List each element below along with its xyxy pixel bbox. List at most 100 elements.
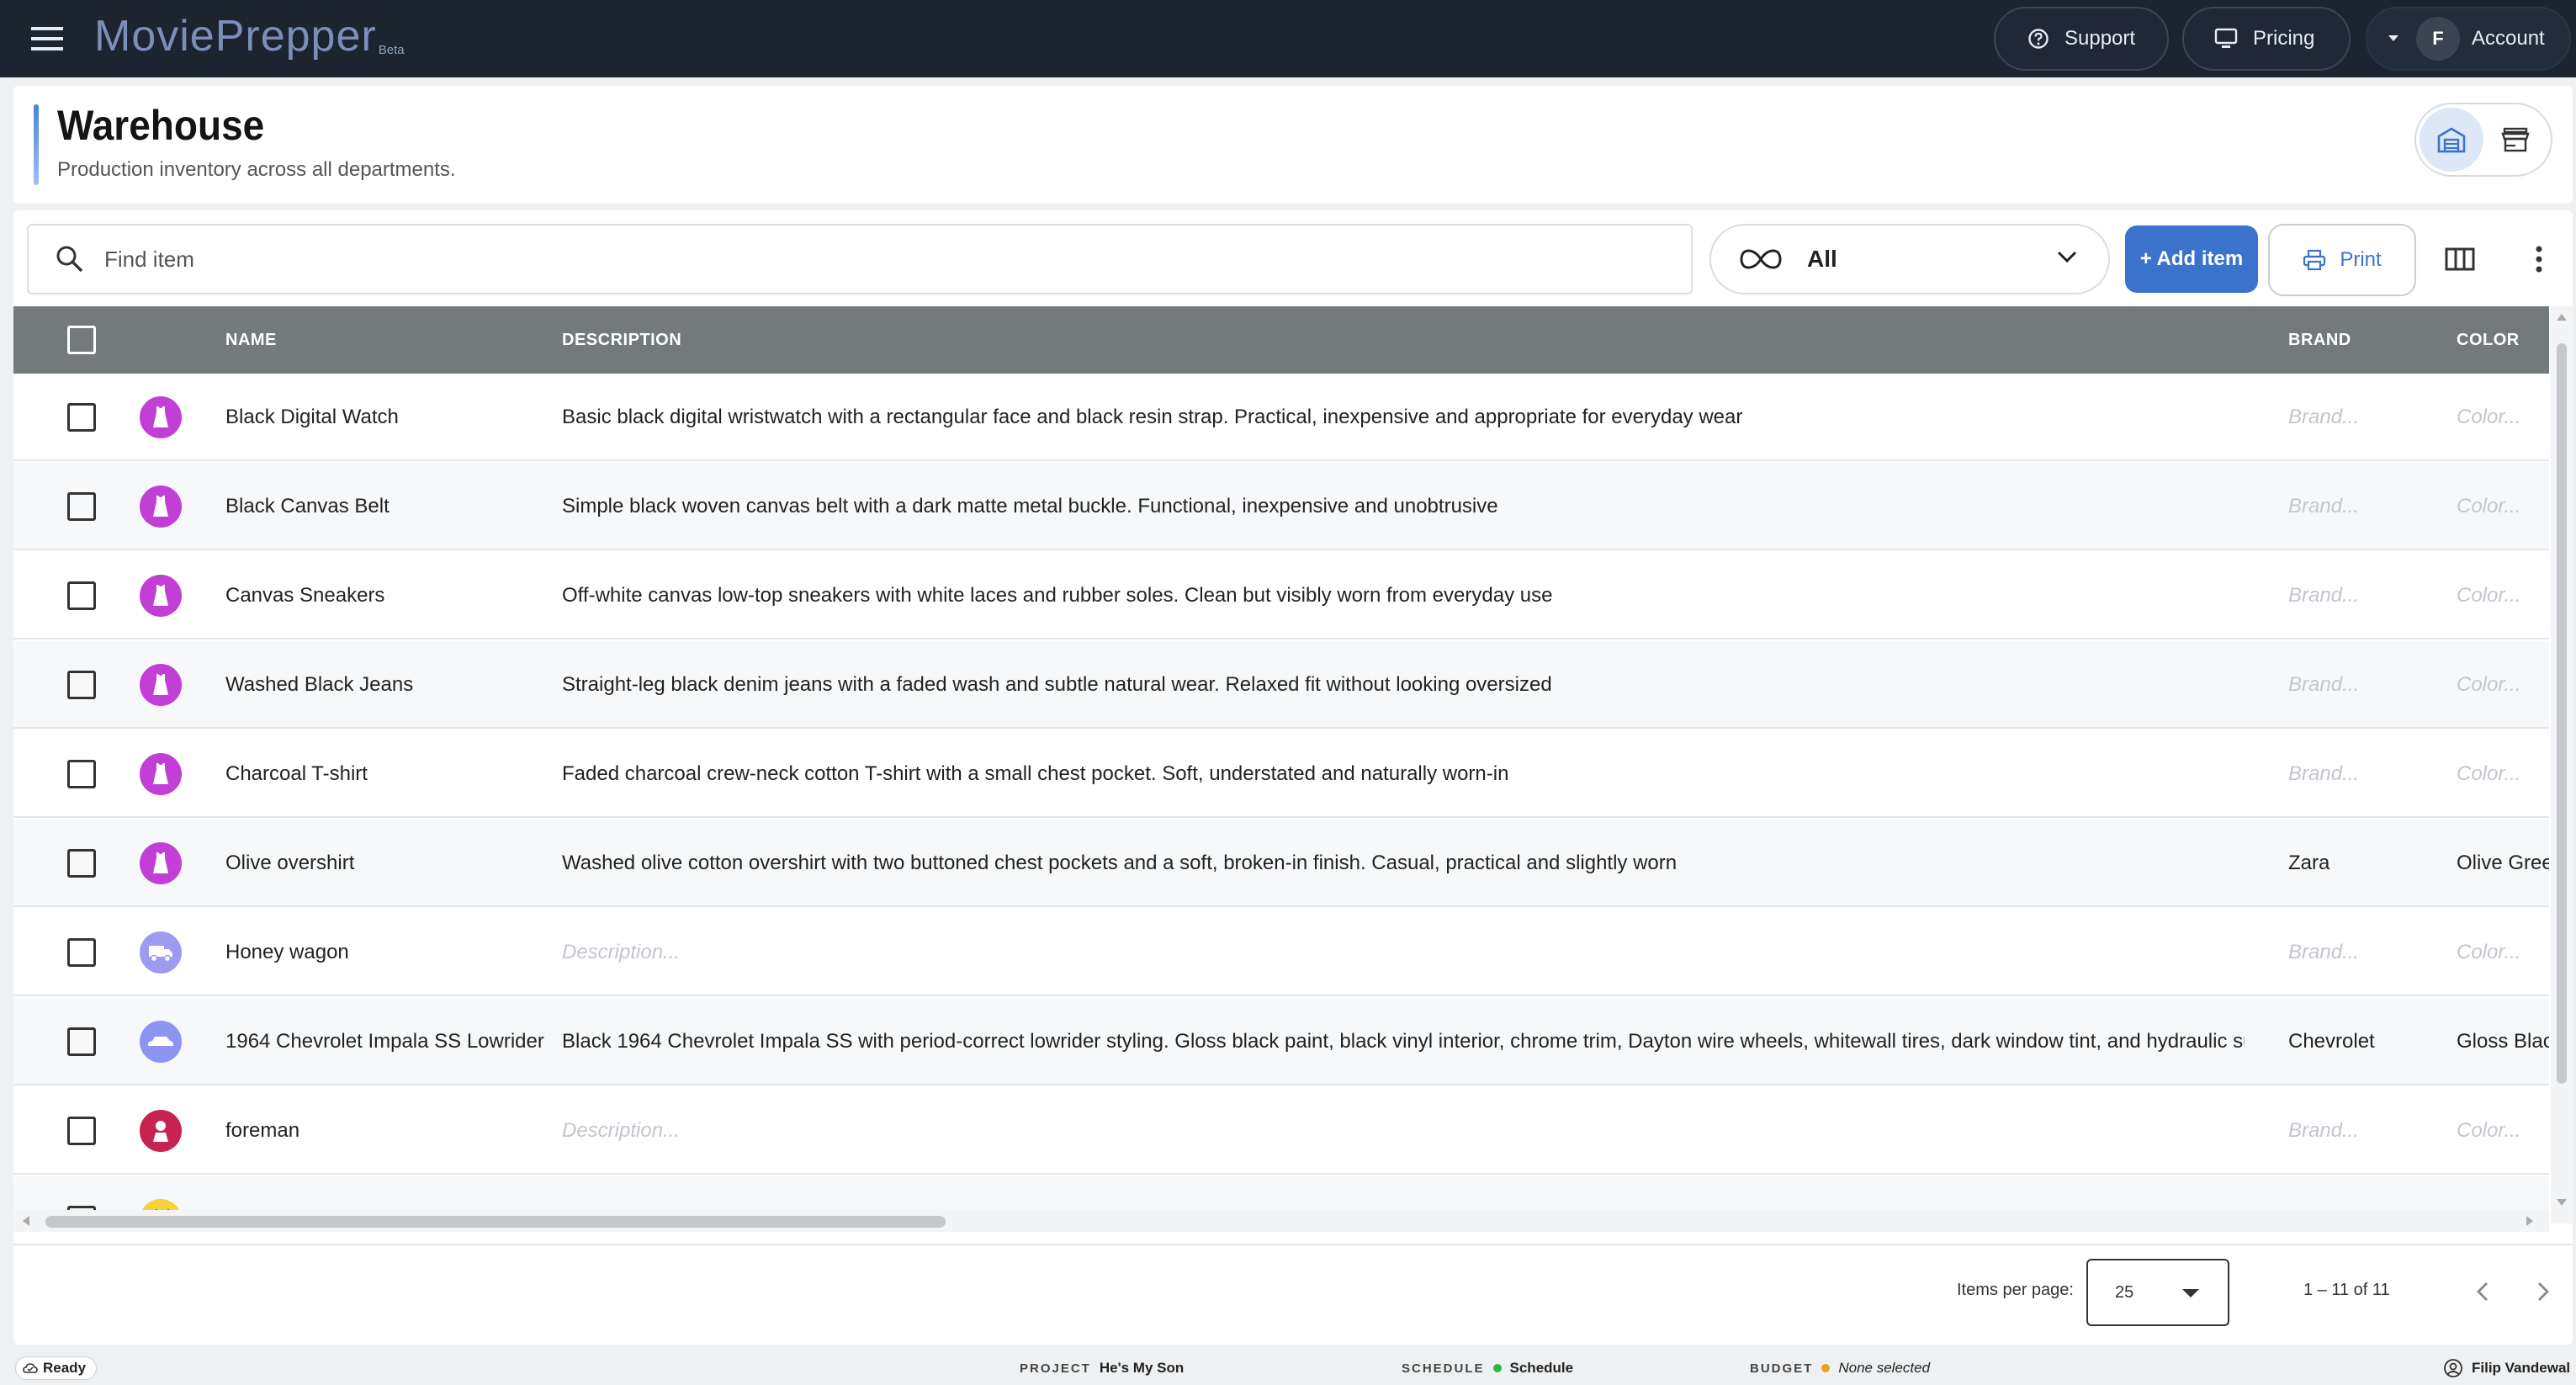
- previous-page-button[interactable]: [2462, 1271, 2504, 1313]
- pricing-button[interactable]: Pricing: [2182, 7, 2351, 71]
- search-icon: [56, 246, 83, 273]
- item-description[interactable]: Straight-leg black denim jeans with a fa…: [562, 641, 2245, 729]
- table-row[interactable]: Washed Black Jeans Straight-leg black den…: [13, 641, 2549, 729]
- table-row[interactable]: Olive overshirt Washed olive cotton overs…: [13, 820, 2549, 907]
- item-name[interactable]: Olive overshirt: [225, 820, 545, 907]
- account-button[interactable]: F Account: [2366, 7, 2571, 71]
- print-button[interactable]: Print: [2268, 224, 2416, 296]
- row-checkbox[interactable]: [67, 581, 96, 610]
- item-description[interactable]: Description...: [562, 1087, 2245, 1175]
- column-header-color[interactable]: COLOR: [2457, 306, 2520, 374]
- item-color[interactable]: Olive Green: [2457, 820, 2549, 907]
- status-schedule[interactable]: SCHEDULE Schedule: [1402, 1360, 1573, 1377]
- row-checkbox[interactable]: [67, 938, 96, 967]
- row-checkbox[interactable]: [67, 849, 96, 878]
- item-description[interactable]: Description...: [562, 909, 2245, 996]
- header-accent-bar: [34, 104, 39, 185]
- item-brand[interactable]: Brand...: [2288, 463, 2448, 550]
- table-row[interactable]: Honey wagon Description... Brand... Color..…: [13, 909, 2549, 996]
- horizontal-scrollbar[interactable]: [13, 1210, 2549, 1232]
- item-name[interactable]: Black Digital Watch: [225, 374, 545, 461]
- cloud-done-icon: [23, 1362, 38, 1374]
- item-brand[interactable]: Brand...: [2288, 1087, 2448, 1175]
- table-row[interactable]: Black Digital Watch Basic black digital w…: [13, 374, 2549, 461]
- status-user[interactable]: Filip Vandewal: [2443, 1358, 2570, 1378]
- table-row[interactable]: foreman Description... Brand... Color...: [13, 1087, 2549, 1175]
- search-input[interactable]: [104, 246, 1619, 273]
- item-description[interactable]: Off-white canvas low-top sneakers with w…: [562, 552, 2245, 639]
- app-name: MoviePrepper: [94, 12, 377, 61]
- item-brand[interactable]: Brand...: [2288, 374, 2448, 461]
- item-color[interactable]: Color...: [2457, 909, 2549, 996]
- item-name[interactable]: Washed Black Jeans: [225, 641, 545, 729]
- item-name[interactable]: Honey wagon: [225, 909, 545, 996]
- chevron-left-icon: [2477, 1282, 2488, 1301]
- warehouse-view-button[interactable]: [2420, 108, 2483, 172]
- category-filter-select[interactable]: All: [1709, 224, 2110, 295]
- item-name[interactable]: 1964 Chevrolet Impala SS Lowrider: [225, 998, 545, 1085]
- item-brand[interactable]: Brand...: [2288, 552, 2448, 639]
- row-checkbox[interactable]: [67, 403, 96, 432]
- item-description[interactable]: Simple black woven canvas belt with a da…: [562, 463, 2245, 550]
- item-description[interactable]: Washed olive cotton overshirt with two b…: [562, 820, 2245, 907]
- item-brand[interactable]: Brand...: [2288, 730, 2448, 818]
- support-button[interactable]: Support: [1994, 7, 2169, 71]
- item-color[interactable]: Color...: [2457, 730, 2549, 818]
- item-name[interactable]: Charcoal T-shirt: [225, 730, 545, 818]
- item-description[interactable]: Basic black digital wristwatch with a re…: [562, 374, 2245, 461]
- column-header-description[interactable]: DESCRIPTION: [562, 306, 681, 374]
- row-checkbox[interactable]: [67, 1027, 96, 1056]
- item-brand[interactable]: Brand...: [2288, 641, 2448, 729]
- caret-down-icon: [2388, 35, 2398, 41]
- column-header-brand[interactable]: BRAND: [2288, 306, 2351, 374]
- item-name[interactable]: Canvas Sneakers: [225, 552, 545, 639]
- table-row[interactable]: Black Canvas Belt Simple black woven canv…: [13, 463, 2549, 550]
- columns-button[interactable]: [2436, 236, 2483, 283]
- chevron-right-icon: [2538, 1282, 2549, 1301]
- menu-button[interactable]: [17, 13, 77, 64]
- vertical-scrollbar[interactable]: [2551, 306, 2573, 1223]
- search-box[interactable]: [27, 224, 1693, 295]
- horizontal-scroll-thumb[interactable]: [45, 1216, 946, 1228]
- costume-icon: [140, 486, 182, 528]
- item-brand[interactable]: Chevrolet: [2288, 998, 2448, 1085]
- select-all-checkbox[interactable]: [67, 326, 96, 354]
- item-color[interactable]: Color...: [2457, 552, 2549, 639]
- row-select-cell: [67, 998, 118, 1085]
- item-brand[interactable]: Brand...: [2288, 909, 2448, 996]
- vertical-scroll-thumb[interactable]: [2557, 343, 2567, 1084]
- item-brand[interactable]: Zara: [2288, 820, 2448, 907]
- item-description[interactable]: Black 1964 Chevrolet Impala SS with peri…: [562, 998, 2245, 1085]
- more-vertical-icon: [2536, 246, 2542, 273]
- status-budget[interactable]: BUDGET None selected: [1750, 1360, 1930, 1377]
- app-logo[interactable]: MoviePrepper Beta: [94, 7, 405, 66]
- row-checkbox[interactable]: [67, 760, 96, 788]
- item-name[interactable]: foreman: [225, 1087, 545, 1175]
- table-row[interactable]: 1964 Chevrolet Impala SS Lowrider Black 1…: [13, 998, 2549, 1085]
- add-item-button[interactable]: + Add item: [2125, 226, 2258, 293]
- item-color[interactable]: Color...: [2457, 374, 2549, 461]
- items-per-page-select[interactable]: 25: [2086, 1259, 2229, 1326]
- next-page-button[interactable]: [2522, 1271, 2564, 1313]
- row-checkbox[interactable]: [67, 671, 96, 699]
- filter-value: All: [1807, 246, 1837, 272]
- row-checkbox[interactable]: [67, 492, 96, 521]
- top-app-bar: MoviePrepper Beta Support Pricing F Acco…: [0, 0, 2576, 77]
- more-options-button[interactable]: [2515, 236, 2563, 283]
- item-color[interactable]: Color...: [2457, 1087, 2549, 1175]
- item-name[interactable]: Black Canvas Belt: [225, 463, 545, 550]
- inventory-table: NAME DESCRIPTION BRAND COLOR Black Digit…: [13, 306, 2549, 1223]
- user-circle-icon: [2443, 1358, 2463, 1378]
- item-description[interactable]: Faded charcoal crew-neck cotton T-shirt …: [562, 730, 2245, 818]
- store-view-button[interactable]: [2483, 108, 2547, 172]
- table-row[interactable]: Charcoal T-shirt Faded charcoal crew-neck…: [13, 730, 2549, 818]
- table-row[interactable]: Canvas Sneakers Off-white canvas low-top …: [13, 552, 2549, 639]
- column-header-name[interactable]: NAME: [225, 306, 277, 374]
- caret-down-icon: [2182, 1289, 2199, 1297]
- item-color[interactable]: Color...: [2457, 641, 2549, 729]
- item-color[interactable]: Gloss Black: [2457, 998, 2549, 1085]
- status-project[interactable]: PROJECT He's My Son: [1020, 1360, 1184, 1377]
- scroll-down-icon: [2557, 1199, 2567, 1206]
- item-color[interactable]: Color...: [2457, 463, 2549, 550]
- row-checkbox[interactable]: [67, 1117, 96, 1145]
